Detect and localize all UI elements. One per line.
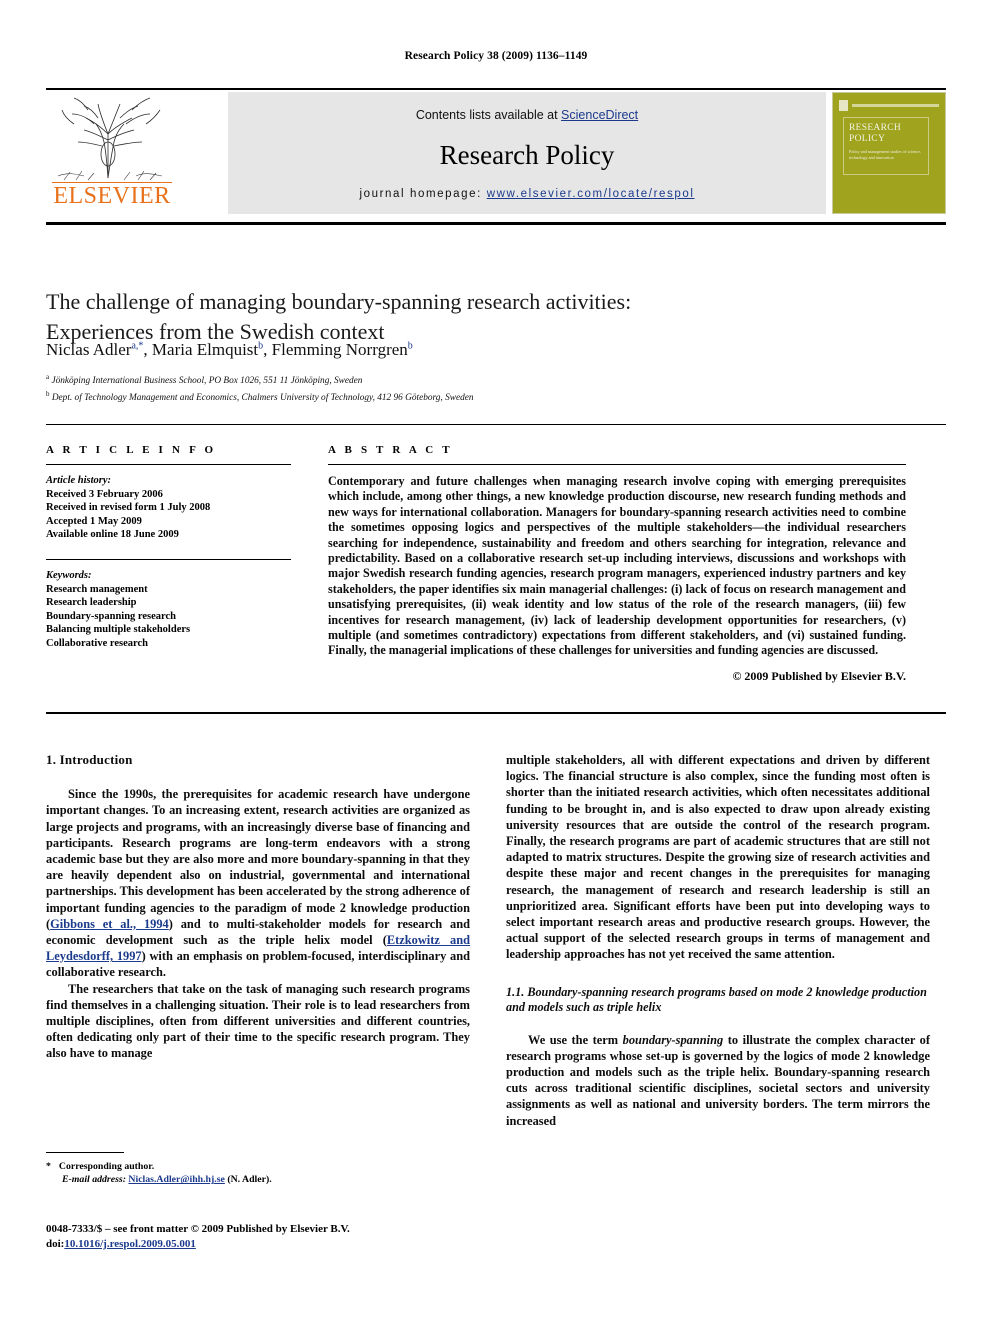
- abstract-text: Contemporary and future challenges when …: [328, 474, 906, 658]
- keywords-label: Keywords:: [46, 569, 92, 581]
- sciencedirect-banner: Contents lists available at ScienceDirec…: [228, 92, 826, 214]
- paragraph: The researchers that take on the task of…: [46, 981, 470, 1061]
- info-divider: [46, 464, 291, 465]
- journal-homepage-line: journal homepage: www.elsevier.com/locat…: [228, 188, 826, 200]
- footnote-block: * Corresponding author. E-mail address: N…: [46, 1160, 470, 1187]
- affiliations: a Jönköping International Business Schoo…: [46, 371, 906, 404]
- journal-title: Research Policy: [439, 140, 615, 170]
- body-column-left: 1. Introduction Since the 1990s, the pre…: [46, 752, 470, 1062]
- citation-gibbons[interactable]: Gibbons et al., 1994: [50, 917, 169, 931]
- author-name: Niclas Adler: [46, 340, 132, 359]
- asterisk-icon: *: [46, 1161, 51, 1172]
- running-head: Research Policy 38 (2009) 1136–1149: [404, 50, 588, 62]
- email-note: E-mail address: Niclas.Adler@ihh.hj.se (…: [46, 1173, 470, 1186]
- elsevier-tree-icon: [57, 97, 163, 181]
- info-bottom-rule: [46, 712, 946, 714]
- page-footer: 0048-7333/$ – see front matter © 2009 Pu…: [46, 1222, 516, 1252]
- cover-title-line2: POLICY: [849, 134, 886, 144]
- history-item: Received 3 February 2006: [46, 488, 163, 500]
- email-label: E-mail address:: [62, 1174, 126, 1186]
- email-link[interactable]: Niclas.Adler@ihh.hj.se: [128, 1174, 224, 1185]
- paragraph: multiple stakeholders, all with differen…: [506, 753, 930, 962]
- keywords-divider: [46, 558, 291, 560]
- author-marks: b: [407, 340, 413, 352]
- contents-lists-line: Contents lists available at ScienceDirec…: [228, 108, 826, 122]
- abstract-column: A B S T R A C T Contemporary and future …: [328, 444, 906, 684]
- affiliation-text: Dept. of Technology Management and Econo…: [51, 392, 474, 403]
- cover-subtitle: Policy and management studies of science…: [849, 149, 921, 160]
- affiliation-item: b Dept. of Technology Management and Eco…: [46, 388, 906, 405]
- affiliation-text: Jönköping International Business School,…: [51, 376, 363, 387]
- article-info-heading: A R T I C L E I N F O: [46, 444, 217, 456]
- article-info-column: A R T I C L E I N F O Article history: R…: [46, 444, 291, 651]
- email-suffix: (N. Adler).: [227, 1174, 272, 1186]
- issn-copyright-line: 0048-7333/$ – see front matter © 2009 Pu…: [46, 1223, 350, 1235]
- author-list: Niclas Adlera,*, Maria Elmquistb, Flemmi…: [46, 340, 413, 359]
- section-heading-introduction: 1. Introduction: [46, 752, 133, 767]
- author-marks: b: [258, 340, 264, 352]
- cover-title: RESEARCH POLICY: [849, 123, 901, 145]
- abstract-heading: A B S T R A C T: [328, 444, 453, 456]
- history-item: Available online 18 June 2009: [46, 529, 179, 541]
- cover-elsevier-icon: [839, 99, 848, 111]
- page-title: The challenge of managing boundary-spann…: [46, 287, 906, 347]
- affiliation-mark: a: [46, 373, 50, 381]
- keyword-item: Research leadership: [46, 597, 137, 609]
- article-first-page: Research Policy 38 (2009) 1136–1149 ELSE…: [0, 0, 992, 1323]
- history-item: Accepted 1 May 2009: [46, 515, 142, 527]
- cover-title-line1: RESEARCH: [849, 123, 902, 133]
- doi-label: doi:: [46, 1238, 65, 1250]
- paragraph: We use the term boundary-spanning to ill…: [506, 1032, 930, 1129]
- elsevier-logo: ELSEVIER: [46, 92, 176, 214]
- info-top-rule: [46, 424, 946, 425]
- keyword-item: Balancing multiple stakeholders: [46, 624, 191, 636]
- footnote-rule: [46, 1152, 124, 1153]
- paragraph-text: Since the 1990s, the prerequisites for a…: [46, 787, 470, 931]
- subsection-heading-boundary-spanning: 1.1. Boundary-spanning research programs…: [506, 984, 927, 1015]
- keyword-item: Research management: [46, 583, 148, 595]
- author-name: Flemming Norrgren: [271, 340, 408, 359]
- affiliation-mark: b: [46, 389, 50, 398]
- abstract-divider: [328, 464, 906, 465]
- author-name: Maria Elmquist: [151, 340, 259, 359]
- article-history-block: Article history: Received 3 February 200…: [46, 474, 291, 542]
- journal-masthead: ELSEVIER Contents lists available at Sci…: [46, 92, 946, 214]
- author-marks: a,*: [131, 340, 144, 352]
- contents-lists-prefix: Contents lists available at: [415, 108, 562, 122]
- emphasized-term: boundary-spanning: [622, 1032, 724, 1047]
- cover-topbar: [839, 98, 939, 112]
- corresponding-author-text: Corresponding author.: [58, 1161, 155, 1172]
- paragraph: Since the 1990s, the prerequisites for a…: [46, 786, 470, 980]
- history-item: Received in revised form 1 July 2008: [46, 502, 211, 514]
- affiliation-item: a Jönköping International Business Schoo…: [46, 371, 906, 388]
- keywords-block: Keywords: Research management Research l…: [46, 569, 291, 651]
- cover-title-frame: RESEARCH POLICY Policy and management st…: [843, 117, 929, 175]
- keyword-item: Boundary-spanning research: [46, 610, 177, 622]
- masthead-bottom-rule: [46, 222, 946, 225]
- doi-line: doi:10.1016/j.respol.2009.05.001: [46, 1237, 516, 1252]
- sciencedirect-link[interactable]: ScienceDirect: [561, 108, 638, 122]
- elsevier-wordmark: ELSEVIER: [53, 183, 171, 209]
- doi-link[interactable]: 10.1016/j.respol.2009.05.001: [64, 1238, 196, 1250]
- journal-homepage-label: journal homepage:: [359, 188, 482, 200]
- body-column-right: multiple stakeholders, all with differen…: [506, 752, 930, 1129]
- keyword-item: Collaborative research: [46, 637, 148, 649]
- journal-cover-thumbnail: RESEARCH POLICY Policy and management st…: [832, 92, 946, 214]
- corresponding-author-note: * Corresponding author.: [46, 1160, 470, 1173]
- journal-homepage-link[interactable]: www.elsevier.com/locate/respol: [487, 188, 695, 200]
- abstract-copyright: © 2009 Published by Elsevier B.V.: [732, 668, 906, 683]
- masthead-top-rule: [46, 88, 946, 90]
- cover-topbar-rule: [852, 103, 939, 107]
- article-history-label: Article history:: [46, 475, 112, 486]
- paragraph-text: We use the term: [528, 1032, 623, 1047]
- article-title-line1: The challenge of managing boundary-spann…: [46, 288, 632, 314]
